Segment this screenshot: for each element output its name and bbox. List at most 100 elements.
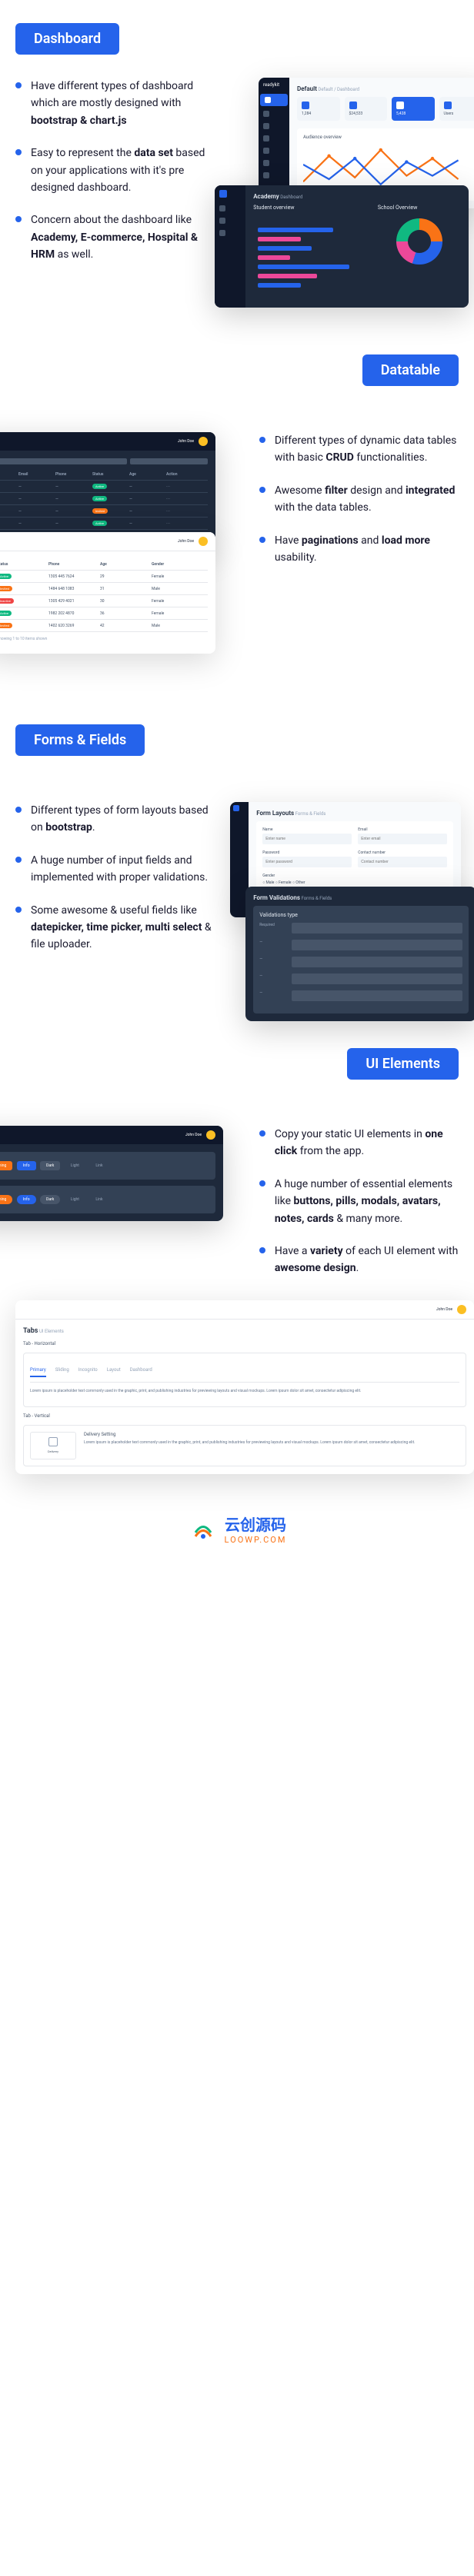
table-header[interactable]: Email [18,472,55,477]
table-footer: Showing 1 to 10 items shown [0,632,208,646]
text-input[interactable] [292,940,462,950]
status-badge: Active [92,484,107,489]
search-input[interactable] [0,458,127,464]
forms-dark-mockup: Form Validations Forms & Fields Validati… [245,887,474,1021]
cell-age: 30 [100,599,152,604]
text-input[interactable] [292,957,462,967]
sidebar-item[interactable] [259,120,289,132]
sidebar-item[interactable] [215,202,245,215]
tab-layout[interactable]: Layout [107,1364,121,1377]
watermark-cn: 云创源码 [225,1513,287,1535]
table-row[interactable]: Active1982 202 487036Female [0,607,208,620]
table-header[interactable]: Age [129,472,166,477]
table-row[interactable]: ———Active—⋯ [0,518,208,530]
light-pill[interactable]: Light [65,1195,85,1204]
sidebar-item[interactable] [259,169,289,181]
page-title: Form Validations [253,894,300,901]
required-input[interactable] [292,923,462,934]
tab-primary[interactable]: Primary [30,1364,46,1377]
box-icon [48,1437,58,1446]
dashboard-badge: Dashboard [15,23,119,55]
user-label: John Doe [178,439,194,444]
bullet-dot-icon [15,807,22,813]
table-row[interactable]: Invited1402 620 326942Male [0,620,208,632]
table-header[interactable]: Phone [48,562,100,567]
tab-incognito[interactable]: Incognito [78,1364,98,1377]
bullet-text: Different types of form layouts based on… [31,802,215,837]
bar-chart-panel [253,215,370,300]
info-pill[interactable]: Info [17,1161,36,1170]
radio-option[interactable]: ○ Female [275,880,292,885]
bullet-text: A huge number of input fields and implem… [31,852,215,887]
logo-icon [188,1513,219,1544]
menu-icon [219,230,225,236]
link-pill[interactable]: Link [89,1161,108,1170]
vertical-tab-item[interactable]: Delivery [30,1432,76,1459]
table-row[interactable]: ———Active—⋯ [0,481,208,493]
light-pill[interactable]: Light [65,1161,85,1170]
dark-pill[interactable]: Dark [40,1161,60,1170]
sidebar-item[interactable] [215,227,245,239]
tab-sliding[interactable]: Sliding [55,1364,69,1377]
filter-input[interactable] [130,458,208,464]
avatar-icon[interactable] [199,437,208,446]
table-header[interactable]: Status [0,562,48,567]
sidebar-item-dashboard[interactable] [260,94,288,106]
menu-icon [219,205,225,211]
section-datatable: Datatable John Doe [0,331,474,701]
password-input[interactable] [262,857,352,867]
tab-content: Lorem ipsum is placeholder text commonly… [84,1440,459,1446]
stat-card-active: 5,428 [392,97,435,121]
avatar-icon[interactable] [206,1130,215,1140]
table-header[interactable]: Action [166,472,203,477]
avatar-icon[interactable] [457,1305,466,1314]
sidebar-item[interactable] [215,215,245,227]
status-badge: Inactive [0,598,14,604]
bullet-dot-icon [259,1180,265,1186]
cell-gender: Female [152,611,203,616]
table-header[interactable]: Status [92,472,129,477]
radio-option[interactable]: ○ Other [292,880,305,885]
table-row[interactable]: ———Invited—⋯ [0,505,208,518]
table-row[interactable]: Inactive1305 429 402130Female [0,595,208,607]
table-header[interactable]: Age [100,562,152,567]
bullet-dot-icon [15,857,22,863]
cell-gender: Female [152,599,203,604]
page-title: Default [297,85,317,92]
table-row[interactable]: ———Active—⋯ [0,493,208,505]
status-badge: Invited [0,623,12,628]
table-header[interactable]: Phone [55,472,92,477]
link-pill[interactable]: Link [89,1195,108,1204]
contact-input[interactable] [358,857,447,867]
ui-badge: UI Elements [347,1048,459,1080]
stat-value: Users [444,111,454,116]
bullet-text: Easy to represent the data set based on … [31,145,215,196]
table-row[interactable]: Active1305 445 762429Female [0,571,208,583]
email-input[interactable] [358,834,447,844]
datatable-badge: Datatable [362,354,459,386]
sidebar-item[interactable] [259,145,289,157]
table-header[interactable]: Gender [152,562,203,567]
text-input[interactable] [292,990,462,1001]
radio-option[interactable]: ○ Male [262,880,274,885]
sidebar-item[interactable] [259,108,289,120]
dark-pill[interactable]: Dark [40,1195,60,1204]
warning-pill[interactable]: Warning [0,1195,12,1204]
sidebar-item[interactable] [259,132,289,145]
tab-dashboard[interactable]: Dashboard [130,1364,152,1377]
table-header[interactable]: Name [0,472,18,477]
table-row[interactable]: Invited1484 648 108331Male [0,583,208,595]
name-input[interactable] [262,834,352,844]
bullet-dot-icon [15,82,22,88]
panel-title: School Overview [378,205,461,211]
field-label: — [259,973,285,983]
info-pill[interactable]: Info [17,1195,36,1204]
stat-card: $24,533 [345,97,388,121]
sidebar-item[interactable] [259,157,289,169]
user-label: John Doe [185,1133,202,1137]
warning-pill[interactable]: Warning [0,1161,12,1170]
avatar-icon[interactable] [199,537,208,546]
user-label: John Doe [178,539,194,544]
subsection-label: Tab - Vertical [23,1413,466,1419]
text-input[interactable] [292,973,462,984]
